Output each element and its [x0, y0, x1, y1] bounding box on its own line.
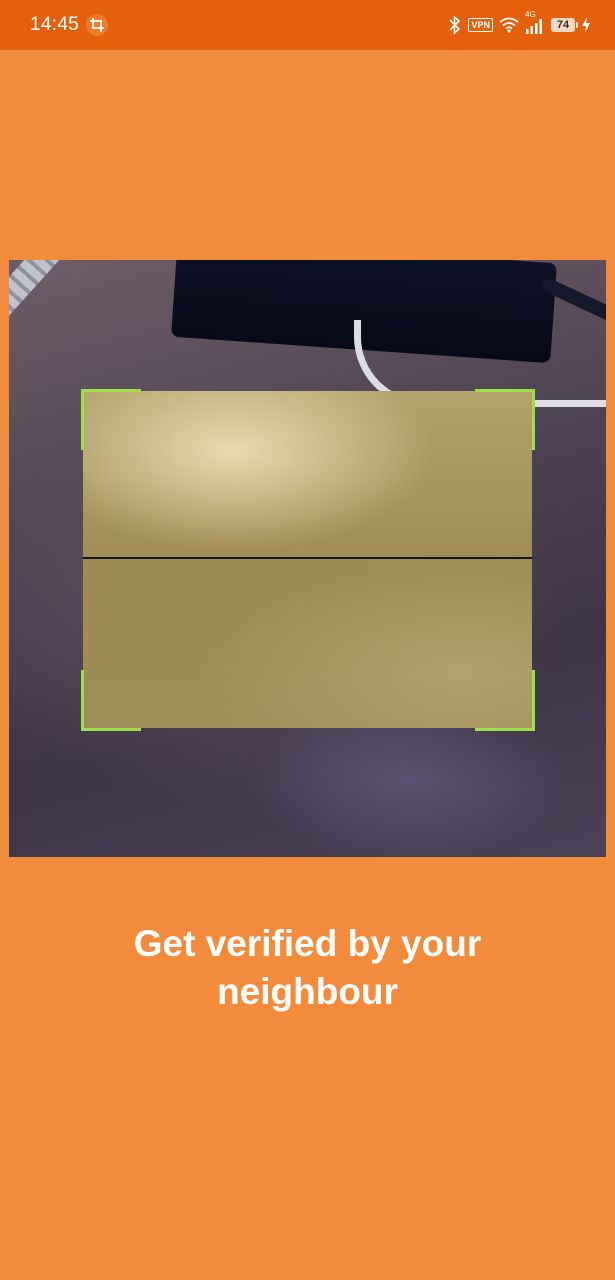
vpn-icon: VPN: [468, 18, 493, 32]
crop-icon: [86, 14, 108, 36]
bluetooth-icon: [448, 15, 462, 35]
scan-window: [83, 391, 532, 728]
scan-frame-corner-top-left: [81, 389, 141, 450]
camera-preview: [9, 260, 606, 857]
wifi-icon: [499, 17, 519, 33]
scan-frame-corner-bottom-left: [81, 670, 141, 731]
scan-line: [83, 557, 532, 559]
battery-icon: 74: [551, 18, 578, 32]
status-time: 14:45: [30, 14, 80, 35]
headline: Get verified by your neighbour: [133, 923, 482, 1012]
camera-scene-cable: [9, 260, 133, 372]
signal-icon: 4G: [525, 10, 545, 34]
charging-icon: [581, 17, 591, 33]
status-icons: VPN 4G 74: [448, 10, 591, 37]
scan-frame-corner-bottom-right: [475, 670, 535, 731]
status-bar: 14:45 VPN 4G 74: [0, 0, 615, 50]
network-type-label: 4G: [525, 10, 536, 19]
scan-frame-corner-top-right: [475, 389, 535, 450]
